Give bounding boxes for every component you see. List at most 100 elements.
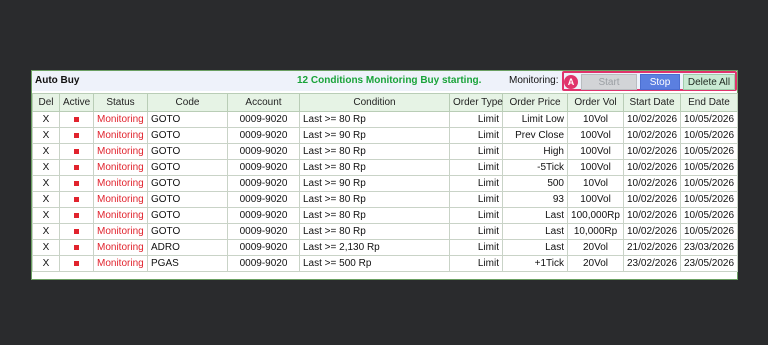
order-vol-cell: 100Vol: [567, 159, 624, 176]
order-vol-cell: 100Vol: [567, 127, 624, 144]
order-type-cell: Limit: [449, 175, 503, 192]
table-row[interactable]: X Monitoring PGAS 0009-9020 Last >= 500 Rp Li…: [32, 255, 738, 272]
delete-row-cell[interactable]: X: [32, 207, 60, 224]
monitoring-status-message: 12 Conditions Monitoring Buy starting.: [297, 75, 482, 86]
table-row[interactable]: X Monitoring ADRO 0009-9020 Last >= 2,130 Rp…: [32, 239, 738, 256]
table-row[interactable]: X Monitoring GOTO 0009-9020 Last >= 80 Rp Lim…: [32, 207, 738, 224]
code-cell: GOTO: [147, 143, 228, 160]
active-indicator-cell[interactable]: [59, 175, 94, 192]
end-date-cell: 23/03/2026: [680, 239, 738, 256]
active-indicator-cell[interactable]: [59, 223, 94, 240]
active-indicator-cell[interactable]: [59, 255, 94, 272]
end-date-cell: 10/05/2026: [680, 143, 738, 160]
condition-cell: Last >= 2,130 Rp: [299, 239, 450, 256]
table-row[interactable]: X Monitoring GOTO 0009-9020 Last >= 80 Rp Lim…: [32, 159, 738, 176]
table-row[interactable]: X Monitoring GOTO 0009-9020 Last >= 90 Rp Lim…: [32, 175, 738, 192]
active-square-icon[interactable]: [74, 228, 79, 234]
delete-row-cell[interactable]: X: [32, 127, 60, 144]
order-type-cell: Limit: [449, 191, 503, 208]
order-type-cell: Limit: [449, 127, 503, 144]
delete-row-cell[interactable]: X: [32, 239, 60, 256]
order-vol-cell: 10Vol: [567, 175, 624, 192]
active-square-icon[interactable]: [74, 180, 79, 186]
column-header-end-date[interactable]: End Date: [680, 93, 738, 112]
end-date-cell: 10/05/2026: [680, 223, 738, 240]
active-indicator-cell[interactable]: [59, 111, 94, 128]
column-header-order-price[interactable]: Order Price: [502, 93, 568, 112]
status-cell: Monitoring: [93, 191, 148, 208]
delete-row-cell[interactable]: X: [32, 191, 60, 208]
account-cell: 0009-9020: [227, 207, 300, 224]
column-header-status[interactable]: Status: [93, 93, 148, 112]
order-price-cell: High: [502, 143, 568, 160]
table-row[interactable]: X Monitoring GOTO 0009-9020 Last >= 80 Rp Lim…: [32, 143, 738, 160]
active-indicator-cell[interactable]: [59, 191, 94, 208]
status-cell: Monitoring: [93, 175, 148, 192]
column-header-del[interactable]: Del: [32, 93, 60, 112]
condition-cell: Last >= 90 Rp: [299, 127, 450, 144]
table-row[interactable]: X Monitoring GOTO 0009-9020 Last >= 90 Rp Lim…: [32, 127, 738, 144]
monitoring-label: Monitoring:: [509, 75, 559, 86]
delete-all-button[interactable]: Delete All: [683, 74, 735, 90]
delete-row-cell[interactable]: X: [32, 255, 60, 272]
column-header-start-date[interactable]: Start Date: [623, 93, 681, 112]
annotation-badge: A: [564, 75, 578, 89]
active-square-icon[interactable]: [74, 116, 79, 122]
active-square-icon[interactable]: [74, 244, 79, 250]
end-date-cell: 10/05/2026: [680, 159, 738, 176]
active-square-icon[interactable]: [74, 132, 79, 138]
column-header-code[interactable]: Code: [147, 93, 228, 112]
delete-row-cell[interactable]: X: [32, 175, 60, 192]
order-price-cell: Limit Low: [502, 111, 568, 128]
order-price-cell: +1Tick: [502, 255, 568, 272]
condition-cell: Last >= 80 Rp: [299, 111, 450, 128]
end-date-cell: 23/05/2026: [680, 255, 738, 272]
column-header-order-vol[interactable]: Order Vol: [567, 93, 624, 112]
column-header-condition[interactable]: Condition: [299, 93, 450, 112]
active-indicator-cell[interactable]: [59, 159, 94, 176]
active-indicator-cell[interactable]: [59, 127, 94, 144]
active-square-icon[interactable]: [74, 164, 79, 170]
active-square-icon[interactable]: [74, 148, 79, 154]
status-cell: Monitoring: [93, 255, 148, 272]
order-price-cell: 500: [502, 175, 568, 192]
order-vol-cell: 10,000Rp: [567, 223, 624, 240]
code-cell: ADRO: [147, 239, 228, 256]
condition-cell: Last >= 90 Rp: [299, 175, 450, 192]
start-date-cell: 10/02/2026: [623, 159, 681, 176]
condition-cell: Last >= 80 Rp: [299, 207, 450, 224]
delete-row-cell[interactable]: X: [32, 223, 60, 240]
order-price-cell: Last: [502, 207, 568, 224]
account-cell: 0009-9020: [227, 159, 300, 176]
status-cell: Monitoring: [93, 127, 148, 144]
active-square-icon[interactable]: [74, 196, 79, 202]
column-header-active[interactable]: Active: [59, 93, 94, 112]
active-indicator-cell[interactable]: [59, 239, 94, 256]
delete-row-cell[interactable]: X: [32, 143, 60, 160]
delete-row-cell[interactable]: X: [32, 159, 60, 176]
start-button[interactable]: Start: [581, 74, 637, 90]
conditions-table: Del Active Status Code Account Condition…: [32, 93, 738, 272]
status-cell: Monitoring: [93, 223, 148, 240]
delete-row-cell[interactable]: X: [32, 111, 60, 128]
column-header-order-type[interactable]: Order Type: [449, 93, 503, 112]
table-row[interactable]: X Monitoring GOTO 0009-9020 Last >= 80 Rp Lim…: [32, 191, 738, 208]
start-date-cell: 10/02/2026: [623, 223, 681, 240]
table-header-row: Del Active Status Code Account Condition…: [32, 93, 738, 112]
order-type-cell: Limit: [449, 159, 503, 176]
active-square-icon[interactable]: [74, 212, 79, 218]
code-cell: GOTO: [147, 175, 228, 192]
stop-button[interactable]: Stop: [640, 74, 680, 90]
order-type-cell: Limit: [449, 111, 503, 128]
condition-cell: Last >= 500 Rp: [299, 255, 450, 272]
column-header-account[interactable]: Account: [227, 93, 300, 112]
table-row[interactable]: X Monitoring GOTO 0009-9020 Last >= 80 Rp Lim…: [32, 223, 738, 240]
order-price-cell: -5Tick: [502, 159, 568, 176]
active-indicator-cell[interactable]: [59, 143, 94, 160]
table-row[interactable]: X Monitoring GOTO 0009-9020 Last >= 80 Rp Lim…: [32, 111, 738, 128]
active-indicator-cell[interactable]: [59, 207, 94, 224]
condition-cell: Last >= 80 Rp: [299, 191, 450, 208]
active-square-icon[interactable]: [74, 260, 79, 266]
order-price-cell: Prev Close: [502, 127, 568, 144]
code-cell: PGAS: [147, 255, 228, 272]
